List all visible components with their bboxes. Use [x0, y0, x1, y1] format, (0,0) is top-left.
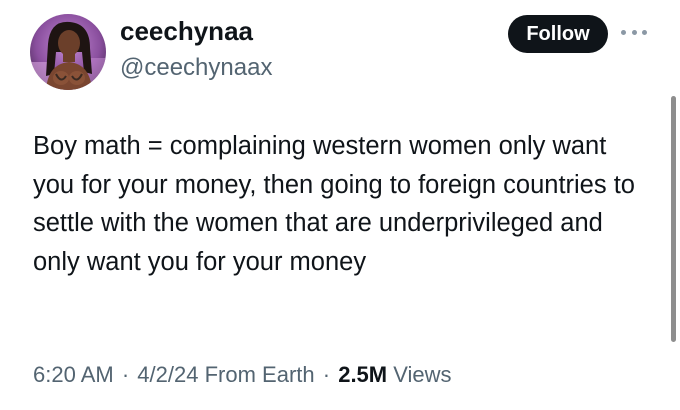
- more-dot: [631, 29, 637, 35]
- more-dot: [642, 29, 647, 35]
- tweet-meta: 6:20 AM · 4/2/24 From Earth · 2.5M Views: [33, 362, 452, 388]
- more-horizontal-icon[interactable]: [621, 27, 647, 37]
- meta-separator: ·: [121, 362, 130, 387]
- tweet-date[interactable]: 4/2/24: [137, 362, 198, 387]
- tweet-card: ceechynaa @ceechynaax Follow Boy math = …: [0, 0, 680, 410]
- author-handle[interactable]: @ceechynaax: [120, 54, 272, 82]
- avatar[interactable]: [30, 14, 106, 90]
- views-count[interactable]: 2.5M: [338, 362, 387, 387]
- more-dot: [621, 29, 626, 35]
- avatar-image: [30, 14, 106, 90]
- tweet-location: From Earth: [204, 362, 315, 387]
- follow-button[interactable]: Follow: [508, 15, 608, 53]
- tweet-text: Boy math = complaining western women onl…: [33, 132, 635, 276]
- author-display-name[interactable]: ceechynaa: [120, 16, 253, 47]
- tweet-time[interactable]: 6:20 AM: [33, 362, 114, 387]
- meta-separator: ·: [322, 362, 331, 387]
- views-label[interactable]: Views: [393, 362, 451, 387]
- scrollbar[interactable]: [671, 96, 676, 342]
